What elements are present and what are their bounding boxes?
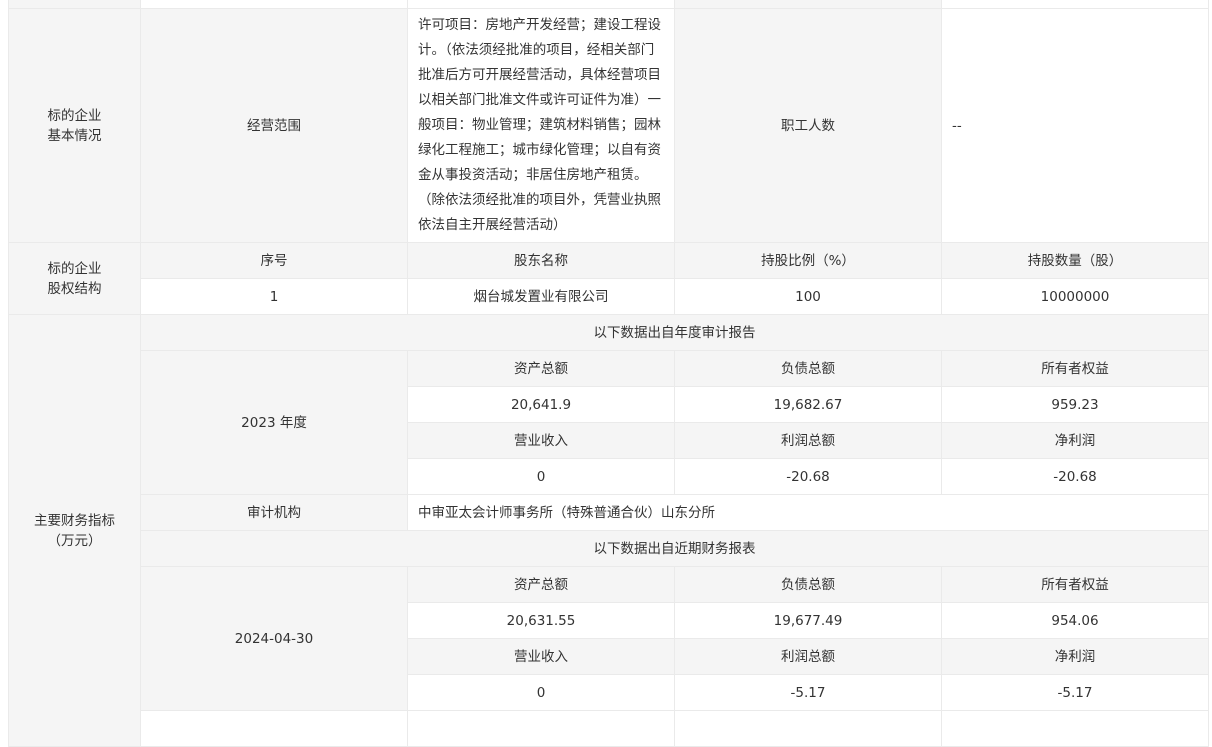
column-header: 序号 bbox=[140, 242, 408, 279]
section-label-finance: 主要财务指标 （万元） bbox=[8, 314, 141, 747]
column-header: 持股数量（股） bbox=[941, 242, 1209, 279]
table-cell bbox=[407, 710, 675, 747]
table-row bbox=[8, 0, 1209, 9]
section-label-line: 标的企业 bbox=[47, 260, 102, 277]
table-cell: 100 bbox=[674, 278, 942, 315]
column-header: 利润总额 bbox=[674, 638, 942, 675]
table-row bbox=[9, 710, 1209, 747]
section-label-line: 标的企业 bbox=[47, 107, 102, 124]
column-header: 资产总额 bbox=[407, 566, 675, 603]
section-label-equity: 标的企业 股权结构 bbox=[8, 242, 141, 315]
recent-caption: 以下数据出自近期财务报表 bbox=[140, 530, 1209, 567]
table-cell bbox=[407, 0, 675, 9]
column-header: 净利润 bbox=[941, 638, 1209, 675]
table-cell bbox=[140, 0, 408, 9]
table-row: 2023 年度 资产总额 负债总额 所有者权益 bbox=[9, 350, 1209, 495]
table-cell: 1 bbox=[140, 278, 408, 315]
section-label-line: 主要财务指标 bbox=[34, 512, 115, 529]
scope-label: 经营范围 bbox=[140, 8, 408, 243]
table-row: 1 烟台城发置业有限公司 100 10000000 bbox=[9, 278, 1209, 315]
table-cell: 959.23 bbox=[941, 386, 1209, 423]
table-cell bbox=[8, 0, 141, 9]
table-cell: 20,641.9 bbox=[407, 386, 675, 423]
table-cell: -5.17 bbox=[941, 674, 1209, 711]
table-cell bbox=[674, 0, 942, 9]
table-row: 主要财务指标 （万元） 以下数据出自年度审计报告 bbox=[8, 314, 1209, 747]
column-header: 负债总额 bbox=[674, 566, 942, 603]
table-cell: 10000000 bbox=[941, 278, 1209, 315]
table-row: 标的企业 股权结构 序号 股东名称 持股比例（%） 持股数量（股） bbox=[8, 242, 1209, 315]
section-label-line: 基本情况 bbox=[47, 127, 102, 144]
table-cell: -20.68 bbox=[674, 458, 942, 495]
table-cell bbox=[941, 710, 1209, 747]
annual-period: 2023 年度 bbox=[140, 350, 408, 495]
column-header: 所有者权益 bbox=[941, 566, 1209, 603]
table-cell: 20,631.55 bbox=[407, 602, 675, 639]
staff-value: -- bbox=[941, 8, 1209, 243]
column-header: 所有者权益 bbox=[941, 350, 1209, 387]
info-table: 标的企业 基本情况 经营范围 许可项目：房地产开发经营；建设工程设计。（依法须经… bbox=[8, 0, 1209, 747]
column-header: 营业收入 bbox=[407, 422, 675, 459]
table-row: 标的企业 基本情况 经营范围 许可项目：房地产开发经营；建设工程设计。（依法须经… bbox=[8, 8, 1209, 243]
section-label-basic: 标的企业 基本情况 bbox=[8, 8, 141, 243]
scope-text: 许可项目：房地产开发经营；建设工程设计。（依法须经批准的项目，经相关部门批准后方… bbox=[407, 8, 675, 243]
table-cell: -5.17 bbox=[674, 674, 942, 711]
table-cell: 954.06 bbox=[941, 602, 1209, 639]
table-cell: 0 bbox=[407, 674, 675, 711]
column-header: 利润总额 bbox=[674, 422, 942, 459]
section-label-line: 股权结构 bbox=[47, 280, 102, 297]
column-header: 净利润 bbox=[941, 422, 1209, 459]
table-cell: 烟台城发置业有限公司 bbox=[407, 278, 675, 315]
table-cell: 19,682.67 bbox=[674, 386, 942, 423]
audit-label: 审计机构 bbox=[140, 494, 408, 531]
section-label-line: （万元） bbox=[47, 532, 102, 549]
staff-label: 职工人数 bbox=[674, 8, 942, 243]
audit-value: 中审亚太会计师事务所（特殊普通合伙）山东分所 bbox=[407, 494, 1209, 531]
column-header: 持股比例（%） bbox=[674, 242, 942, 279]
recent-period: 2024-04-30 bbox=[140, 566, 408, 711]
annual-caption: 以下数据出自年度审计报告 bbox=[140, 314, 1209, 351]
table-row: 审计机构 中审亚太会计师事务所（特殊普通合伙）山东分所 bbox=[9, 494, 1209, 531]
table-cell bbox=[140, 710, 408, 747]
column-header: 资产总额 bbox=[407, 350, 675, 387]
table-cell: 19,677.49 bbox=[674, 602, 942, 639]
column-header: 营业收入 bbox=[407, 638, 675, 675]
table-cell: -20.68 bbox=[941, 458, 1209, 495]
table-cell bbox=[674, 710, 942, 747]
table-cell bbox=[941, 0, 1209, 9]
table-row: 2024-04-30 资产总额 负债总额 所有者权益 bbox=[9, 566, 1209, 711]
table-cell: 0 bbox=[407, 458, 675, 495]
column-header: 股东名称 bbox=[407, 242, 675, 279]
column-header: 负债总额 bbox=[674, 350, 942, 387]
table-row: 以下数据出自近期财务报表 bbox=[9, 530, 1209, 567]
